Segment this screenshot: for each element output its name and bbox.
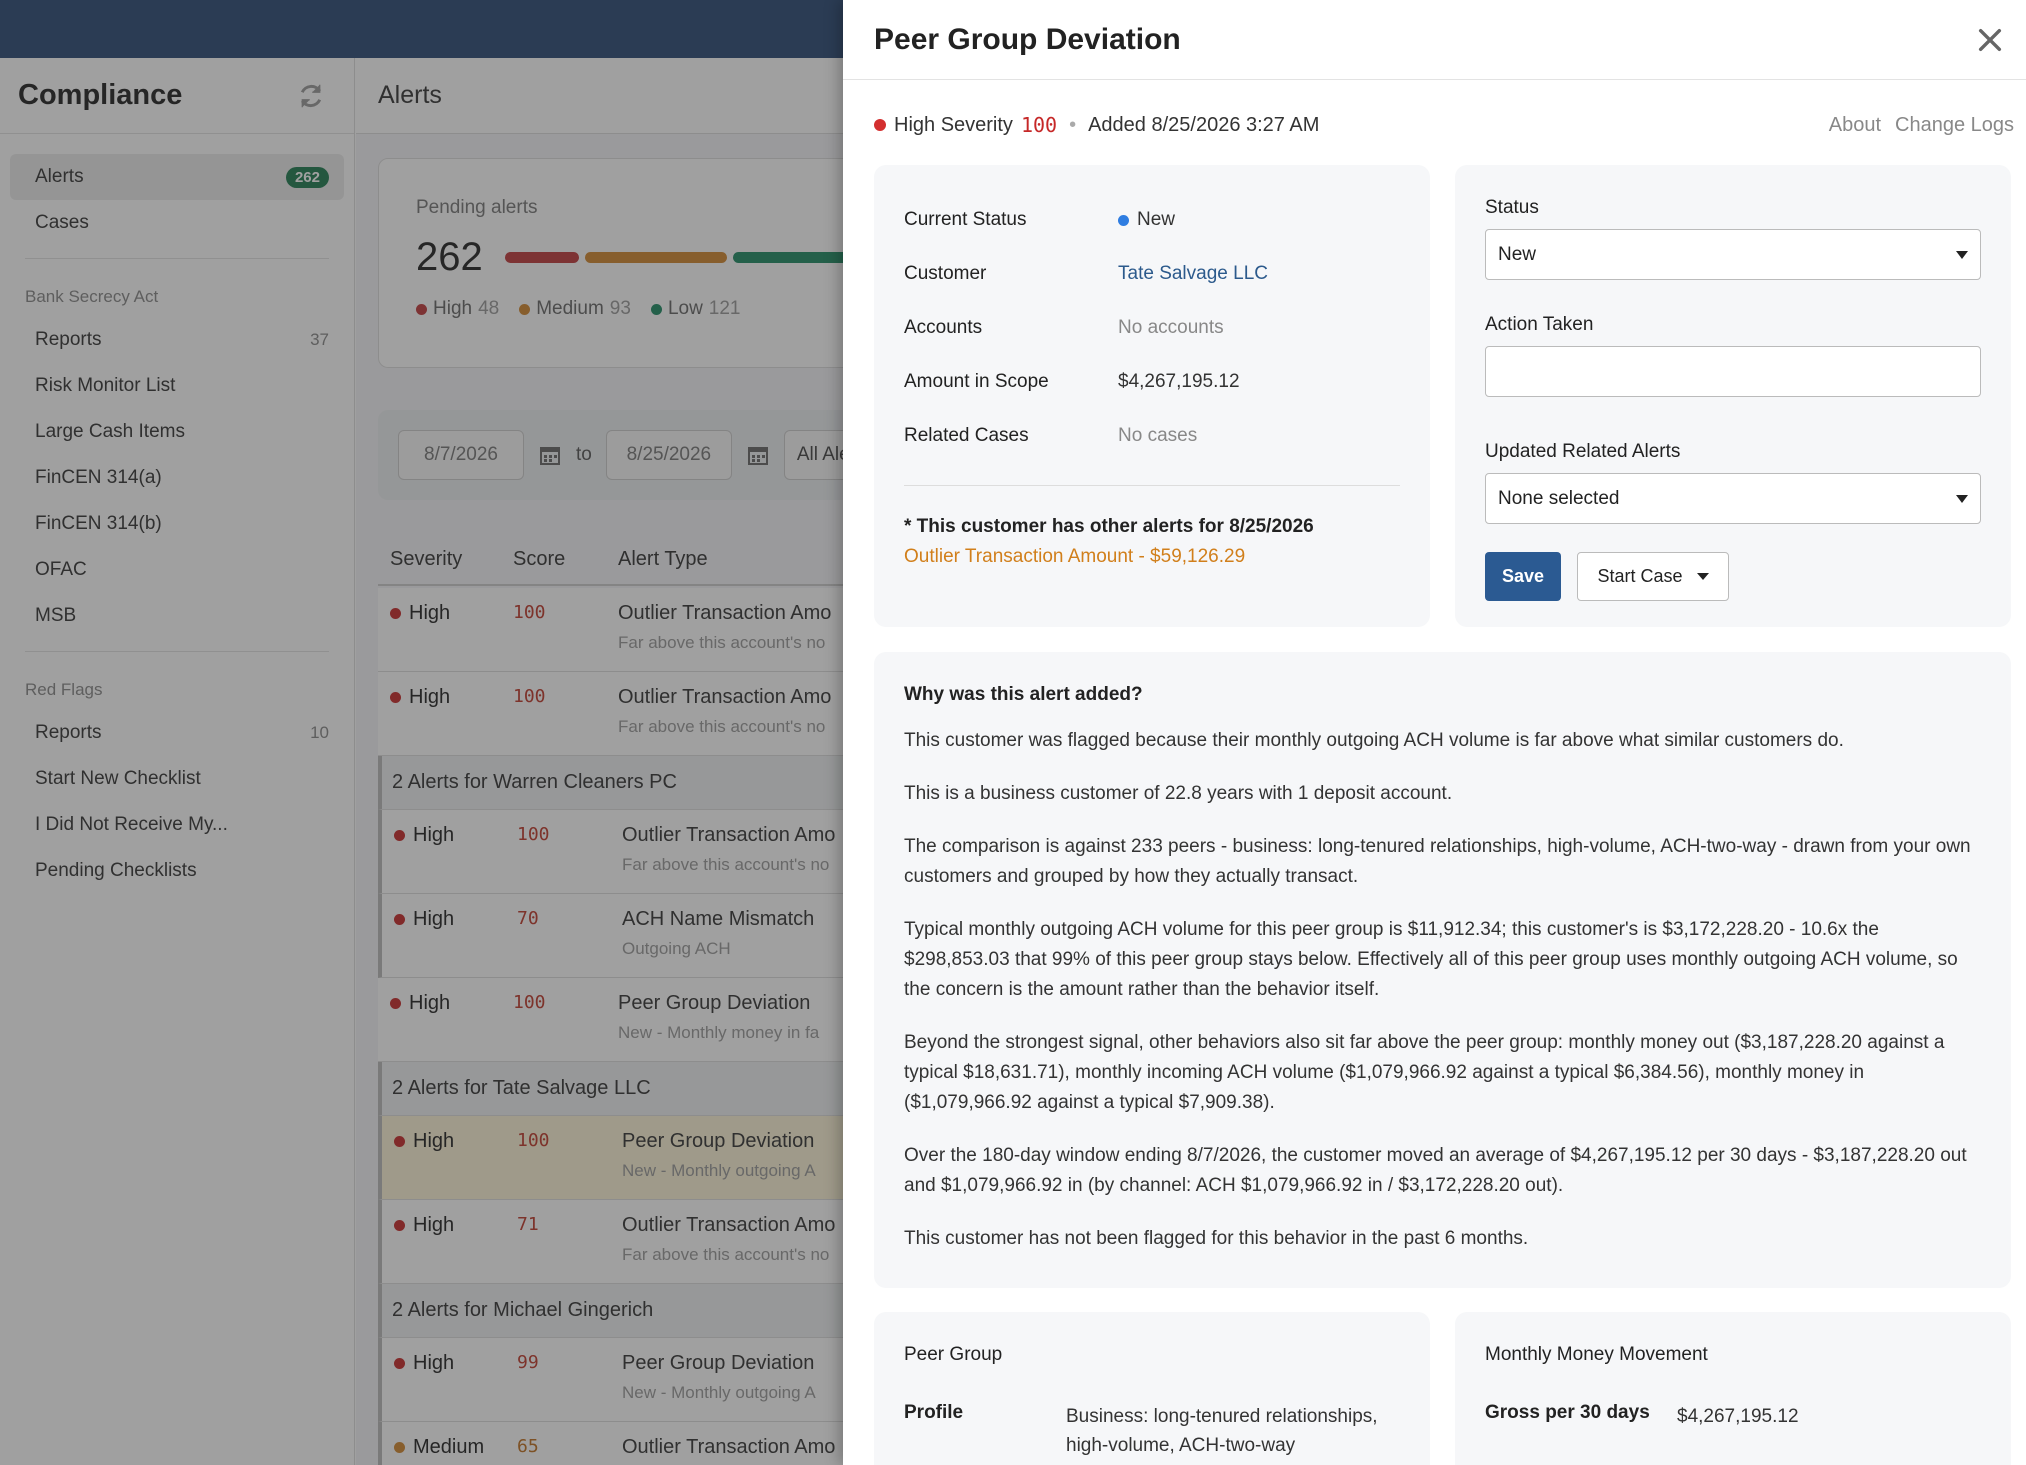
why-paragraph: Over the 180-day window ending 8/7/2026,… (904, 1145, 1967, 1196)
info-row-amount: Amount in Scope $4,267,195.12 (904, 355, 1400, 409)
action-taken-label: Action Taken (1485, 314, 1594, 335)
accounts-value: No accounts (1118, 317, 1224, 338)
other-alert-link[interactable]: Outlier Transaction Amount - $59,126.29 (904, 546, 1400, 568)
peer-group-card: Peer Group Profile Business: long-tenure… (874, 1312, 1430, 1465)
why-alert-card: Why was this alert added? This customer … (874, 652, 2011, 1288)
drawer-header: Peer Group Deviation (843, 0, 2026, 80)
alert-meta-bar: High Severity 100 • Added 8/25/2026 3:27… (843, 80, 2026, 170)
related-alerts-label: Updated Related Alerts (1485, 441, 1681, 462)
alert-detail-drawer: Peer Group Deviation High Severity 100 •… (843, 0, 2026, 1465)
info-label: Current Status (904, 209, 1027, 230)
why-paragraph: This customer was flagged because their … (904, 730, 1844, 751)
gross-label: Gross per 30 days (1485, 1402, 1650, 1423)
money-movement-title: Monthly Money Movement (1485, 1344, 1708, 1365)
status-select[interactable]: New (1485, 229, 1981, 280)
separator-dot: • (1069, 113, 1077, 136)
about-link[interactable]: About (1829, 114, 1881, 137)
peer-group-title: Peer Group (904, 1344, 1003, 1365)
close-icon[interactable] (1974, 24, 2006, 56)
info-row-related-cases: Related Cases No cases (904, 409, 1400, 463)
profile-label: Profile (904, 1402, 964, 1423)
why-title: Why was this alert added? (904, 684, 1143, 705)
start-case-button[interactable]: Start Case (1577, 552, 1729, 601)
related-alerts-select[interactable]: None selected (1485, 473, 1981, 524)
change-logs-link[interactable]: Change Logs (1895, 114, 2014, 137)
action-taken-input[interactable] (1485, 346, 1981, 397)
related-alerts-value: None selected (1498, 487, 1620, 509)
info-label: Amount in Scope (904, 371, 1049, 392)
severity-score: 100 (1020, 113, 1058, 137)
severity-label: High Severity (894, 113, 1013, 136)
info-row-customer: Customer Tate Salvage LLC (904, 247, 1400, 301)
info-label: Related Cases (904, 425, 1029, 446)
amount-value: $4,267,195.12 (1118, 371, 1240, 392)
why-paragraph: This is a business customer of 22.8 year… (904, 783, 1453, 804)
divider (904, 485, 1400, 486)
money-movement-card: Monthly Money Movement Gross per 30 days… (1455, 1312, 2011, 1465)
why-paragraph: The comparison is against 233 peers - bu… (904, 836, 1971, 887)
chevron-down-icon (1956, 494, 1968, 503)
related-cases-value: No cases (1118, 425, 1198, 446)
why-paragraph: Typical monthly outgoing ACH volume for … (904, 919, 1958, 1000)
gross-value: $4,267,195.12 (1677, 1406, 1799, 1427)
info-label: Customer (904, 263, 987, 284)
caret-down-icon (1696, 573, 1709, 580)
info-row-status: Current Status New (904, 193, 1400, 247)
info-label: Accounts (904, 317, 983, 338)
customer-link[interactable]: Tate Salvage LLC (1118, 263, 1268, 285)
info-row-accounts: Accounts No accounts (904, 301, 1400, 355)
status-field-label: Status (1485, 197, 1539, 218)
modal-backdrop[interactable] (0, 0, 843, 1465)
why-paragraph: This customer has not been flagged for t… (904, 1228, 1529, 1249)
profile-value: Business: long-tenured relationships, hi… (1066, 1406, 1378, 1456)
drawer-title: Peer Group Deviation (874, 22, 1181, 56)
save-button[interactable]: Save (1485, 552, 1561, 601)
alert-info-card: Current Status New Customer Tate Salvage… (874, 165, 1430, 627)
other-alerts-note: * This customer has other alerts for 8/2… (904, 516, 1314, 537)
start-case-label: Start Case (1597, 566, 1683, 586)
status-select-value: New (1498, 243, 1537, 265)
status-dot (1118, 214, 1129, 226)
chevron-down-icon (1956, 250, 1968, 259)
action-card: Status New Action Taken Updated Related … (1455, 165, 2011, 627)
why-paragraph: Beyond the strongest signal, other behav… (904, 1032, 1945, 1113)
added-timestamp: Added 8/25/2026 3:27 AM (1088, 113, 1320, 136)
status-value: New (1137, 209, 1176, 230)
severity-dot (874, 119, 886, 131)
